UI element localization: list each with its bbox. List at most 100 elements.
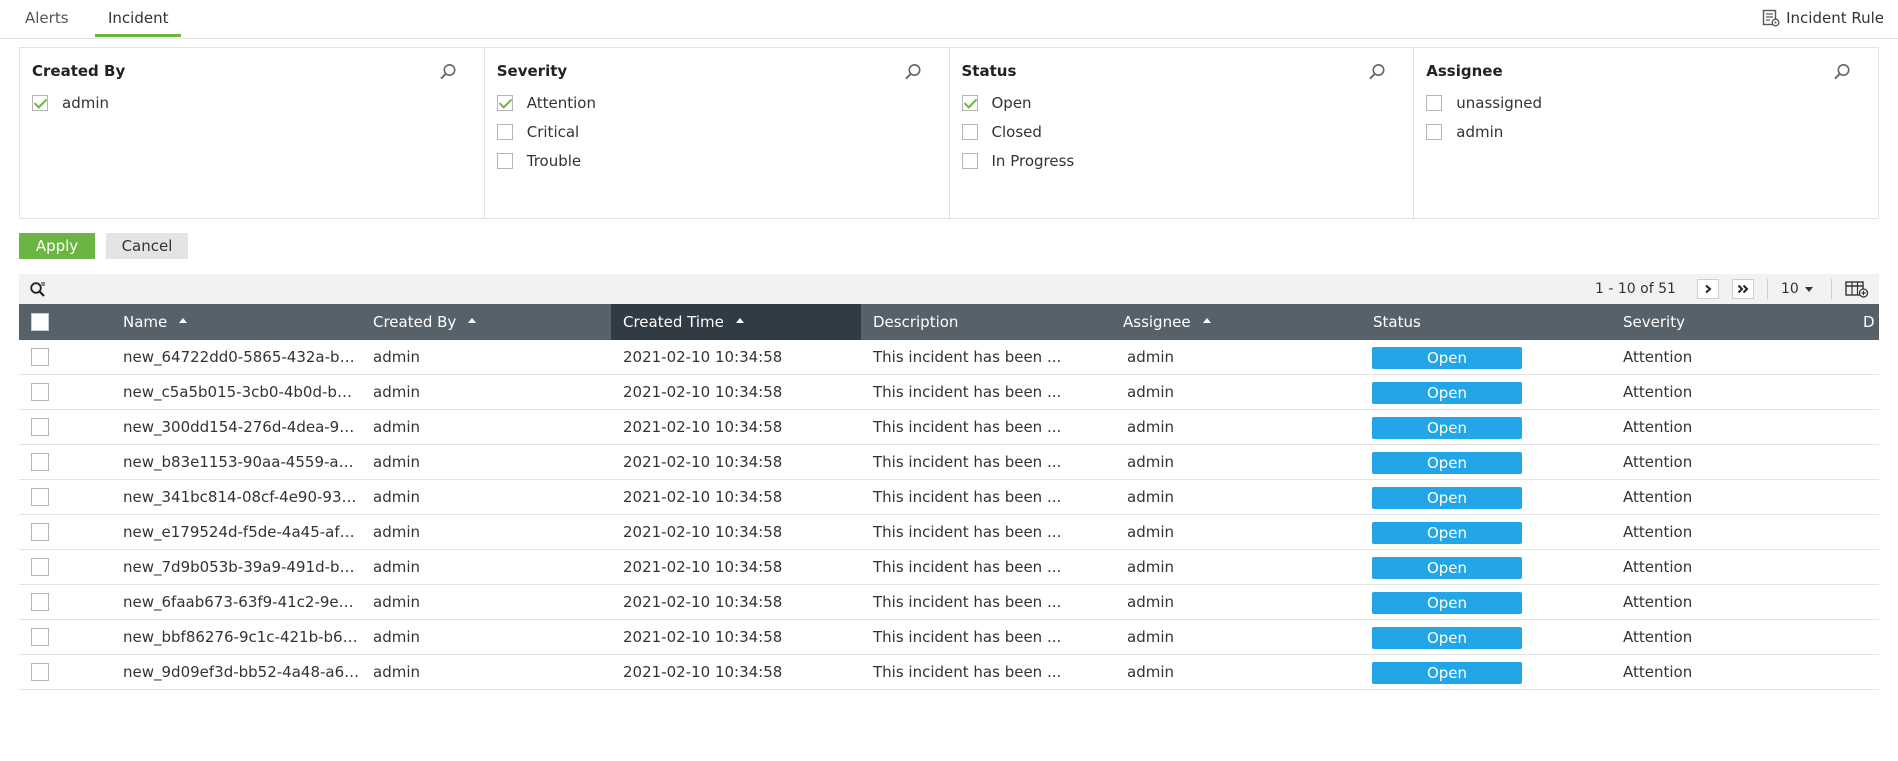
table-row[interactable]: new_b83e1153-90aa-4559-a8e... admin 2021… [19,445,1879,480]
cell-name[interactable]: new_bbf86276-9c1c-421b-b64c... [111,620,361,654]
status-badge[interactable]: Open [1372,417,1522,439]
row-checkbox[interactable] [31,523,49,541]
column-header-name[interactable]: Name [111,304,361,340]
next-page-button[interactable] [1697,279,1719,299]
cell-name[interactable]: new_c5a5b015-3cb0-4b0d-b81... [111,375,361,409]
status-badge[interactable]: Open [1372,627,1522,649]
column-header-truncated[interactable]: D [1861,304,1879,340]
table-row[interactable]: new_341bc814-08cf-4e90-9377... admin 202… [19,480,1879,515]
cell-name[interactable]: new_6faab673-63f9-41c2-9eb8-... [111,585,361,619]
row-checkbox[interactable] [31,348,49,366]
checkbox[interactable] [1426,94,1443,111]
cell-description: This incident has been ... [873,558,1062,576]
filter-option-admin[interactable]: admin [32,88,472,117]
column-header-description[interactable]: Description [861,304,1111,340]
tab-alerts[interactable]: Alerts [12,0,82,36]
filter-option-in-progress[interactable]: In Progress [961,146,1402,175]
table-row[interactable]: new_6faab673-63f9-41c2-9eb8-... admin 20… [19,585,1879,620]
search-icon[interactable] [903,62,923,82]
column-header-severity[interactable]: Severity [1611,304,1861,340]
cell-name[interactable]: new_64722dd0-5865-432a-bd8... [111,340,361,374]
cell-name[interactable]: new_9d09ef3d-bb52-4a48-a60... [111,655,361,689]
last-page-button[interactable] [1732,279,1754,299]
cell-description: This incident has been ... [873,663,1062,681]
column-header-status[interactable]: Status [1361,304,1611,340]
toolbar-divider [1831,279,1832,299]
table-row[interactable]: new_e179524d-f5de-4a45-af33... admin 202… [19,515,1879,550]
filter-option-closed[interactable]: Closed [961,117,1402,146]
pagination-range: 1 - 10 of 51 [1595,281,1676,297]
cell-created-by: admin [373,348,420,366]
option-label: Closed [991,122,1042,141]
filter-option-attention[interactable]: Attention [496,88,937,117]
filter-status: Status Open Closed In Progress [950,48,1415,218]
checkbox-checked[interactable] [32,94,48,111]
filter-title: Severity [496,62,568,80]
apply-button[interactable]: Apply [19,233,95,259]
row-checkbox[interactable] [31,488,49,506]
cell-name[interactable]: new_e179524d-f5de-4a45-af33... [111,515,361,549]
status-badge[interactable]: Open [1372,452,1522,474]
table-row[interactable]: new_bbf86276-9c1c-421b-b64c... admin 202… [19,620,1879,655]
checkbox-checked[interactable] [496,94,513,111]
checkbox[interactable] [961,152,978,169]
tab-incident[interactable]: Incident [95,0,182,37]
filter-option-critical[interactable]: Critical [496,117,937,146]
cell-created-time: 2021-02-10 10:34:58 [623,453,783,471]
column-settings-icon[interactable] [1845,280,1869,298]
checkbox-checked[interactable] [961,94,978,111]
toolbar-divider [1767,279,1768,299]
row-checkbox[interactable] [31,628,49,646]
select-all-checkbox[interactable] [31,313,49,331]
filter-option-open[interactable]: Open [961,88,1402,117]
cell-description: This incident has been ... [873,593,1062,611]
table-row[interactable]: new_9d09ef3d-bb52-4a48-a60... admin 2021… [19,655,1879,690]
status-badge[interactable]: Open [1372,557,1522,579]
table-row[interactable]: new_64722dd0-5865-432a-bd8... admin 2021… [19,340,1879,375]
cell-name[interactable]: new_341bc814-08cf-4e90-9377... [111,480,361,514]
status-badge[interactable]: Open [1372,347,1522,369]
column-header-assignee[interactable]: Assignee [1111,304,1361,340]
table-body: new_64722dd0-5865-432a-bd8... admin 2021… [19,340,1879,690]
option-label: admin [62,93,109,112]
status-badge[interactable]: Open [1372,487,1522,509]
cell-name[interactable]: new_7d9b053b-39a9-491d-b5a... [111,550,361,584]
status-badge[interactable]: Open [1372,592,1522,614]
filter-option-trouble[interactable]: Trouble [496,146,937,175]
cancel-button[interactable]: Cancel [106,233,188,259]
per-page-select[interactable]: 10 [1781,274,1813,304]
status-badge[interactable]: Open [1372,382,1522,404]
cell-severity: Attention [1623,348,1693,366]
search-icon[interactable] [1832,62,1852,82]
row-checkbox[interactable] [31,418,49,436]
grid-toolbar: 1 - 10 of 51 10 [19,274,1879,304]
status-badge[interactable]: Open [1372,662,1522,684]
search-icon[interactable] [438,62,458,82]
checkbox[interactable] [496,123,513,140]
table-row[interactable]: new_300dd154-276d-4dea-99f... admin 2021… [19,410,1879,445]
checkbox[interactable] [496,152,513,169]
cell-name[interactable]: new_300dd154-276d-4dea-99f... [111,410,361,444]
column-header-created-by[interactable]: Created By [361,304,611,340]
incident-rule-link[interactable]: Incident Rule [1762,0,1884,36]
checkbox[interactable] [1426,123,1443,140]
status-badge[interactable]: Open [1372,522,1522,544]
table-row[interactable]: new_7d9b053b-39a9-491d-b5a... admin 2021… [19,550,1879,585]
sort-asc-icon [735,318,744,323]
checkbox[interactable] [961,123,978,140]
row-checkbox[interactable] [31,383,49,401]
filter-option-unassigned[interactable]: unassigned [1426,88,1866,117]
row-checkbox[interactable] [31,558,49,576]
row-checkbox[interactable] [31,453,49,471]
double-chevron-right-icon [1737,284,1749,294]
table-search-icon[interactable] [29,281,47,299]
cell-assignee: admin [1127,348,1174,366]
search-icon[interactable] [1367,62,1387,82]
table-row[interactable]: new_c5a5b015-3cb0-4b0d-b81... admin 2021… [19,375,1879,410]
column-header-created-time[interactable]: Created Time [611,304,861,340]
option-label: Critical [526,122,580,141]
row-checkbox[interactable] [31,663,49,681]
cell-name[interactable]: new_b83e1153-90aa-4559-a8e... [111,445,361,479]
filter-option-admin[interactable]: admin [1426,117,1866,146]
row-checkbox[interactable] [31,593,49,611]
